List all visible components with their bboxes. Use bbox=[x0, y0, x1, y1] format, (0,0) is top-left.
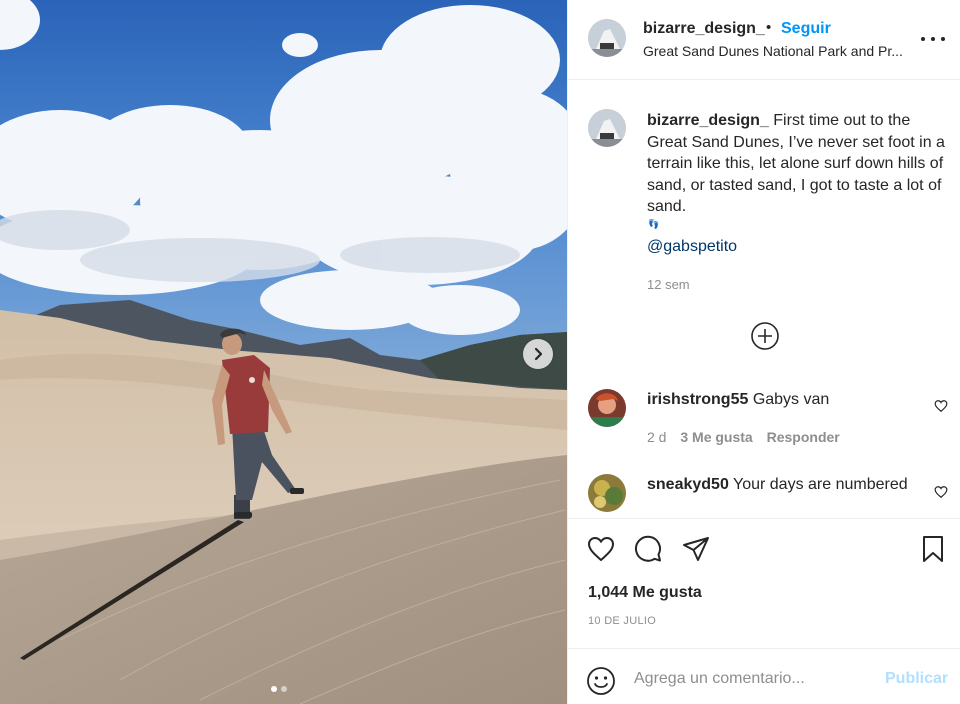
comment-text: irishstrong55 Gabys van bbox=[647, 391, 829, 409]
bookmark-icon[interactable] bbox=[918, 534, 948, 564]
comment-meta: 2 d 3 Me gusta Responder bbox=[647, 429, 850, 445]
publish-button[interactable]: Publicar bbox=[885, 670, 948, 688]
comment-icon[interactable] bbox=[633, 534, 663, 564]
carousel-dot bbox=[281, 686, 287, 692]
post-photo[interactable] bbox=[0, 0, 567, 704]
caption-mention[interactable]: @gabspetito bbox=[647, 238, 737, 256]
post-location[interactable]: Great Sand Dunes National Park and Pr... bbox=[643, 43, 903, 59]
post-time-ago[interactable]: 12 sem bbox=[647, 277, 690, 292]
next-photo-button[interactable] bbox=[523, 339, 553, 369]
comment-username[interactable]: irishstrong55 bbox=[647, 391, 748, 408]
comment-body: Gabys van bbox=[752, 391, 830, 408]
add-comment-bar: Publicar bbox=[568, 648, 960, 704]
carousel-dot-active bbox=[271, 686, 277, 692]
emoji-icon[interactable] bbox=[586, 666, 616, 696]
comment-username[interactable]: sneakyd50 bbox=[647, 476, 729, 493]
comment-text: sneakyd50 Your days are numbered bbox=[647, 476, 908, 494]
avatar[interactable] bbox=[588, 19, 626, 57]
avatar[interactable] bbox=[588, 389, 626, 427]
likes-count[interactable]: 1,044 Me gusta bbox=[588, 584, 702, 602]
reply-button[interactable]: Responder bbox=[767, 429, 840, 445]
comment-body: Your days are numbered bbox=[733, 476, 908, 493]
post-actions: 1,044 Me gusta 10 DE JULIO bbox=[568, 518, 960, 648]
comment-input[interactable] bbox=[634, 663, 874, 695]
separator-dot: • bbox=[766, 19, 772, 36]
sand-dunes-photo bbox=[0, 0, 567, 704]
post-author-username[interactable]: bizarre_design_ bbox=[643, 20, 765, 38]
more-options-icon[interactable] bbox=[921, 27, 945, 51]
follow-button[interactable]: Seguir bbox=[781, 20, 831, 38]
heart-icon[interactable] bbox=[586, 534, 616, 564]
chevron-right-icon bbox=[534, 347, 543, 361]
carousel-dots bbox=[271, 686, 287, 692]
post-header: bizarre_design_ • Seguir Great Sand Dune… bbox=[568, 0, 960, 80]
comment-likes[interactable]: 3 Me gusta bbox=[680, 429, 752, 445]
caption-username[interactable]: bizarre_design_ bbox=[647, 112, 769, 129]
avatar[interactable] bbox=[588, 109, 626, 147]
post-date[interactable]: 10 DE JULIO bbox=[588, 615, 656, 627]
post-details-panel: bizarre_design_ • Seguir Great Sand Dune… bbox=[567, 0, 960, 704]
comment-time[interactable]: 2 d bbox=[647, 429, 666, 445]
plus-circle-icon[interactable] bbox=[750, 321, 780, 351]
heart-icon[interactable] bbox=[934, 399, 948, 413]
caption-text: bizarre_design_ First time out to the Gr… bbox=[647, 110, 947, 218]
heart-icon[interactable] bbox=[934, 485, 948, 499]
avatar[interactable] bbox=[588, 474, 626, 512]
share-icon[interactable] bbox=[681, 534, 711, 564]
footprints-emoji: 👣 bbox=[648, 219, 660, 229]
